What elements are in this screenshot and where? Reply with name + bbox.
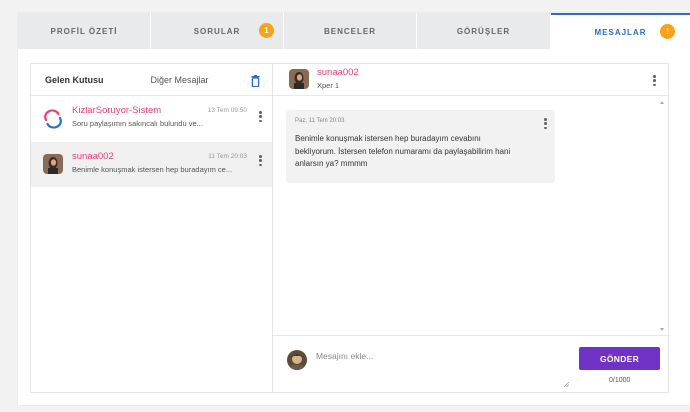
more-vertical-icon[interactable] — [653, 75, 656, 86]
avatar — [287, 350, 307, 370]
avatar[interactable] — [289, 69, 309, 89]
conversation-item[interactable]: KizlarSoruyor-Sistem 13 Tem 09:50 Soru p… — [31, 96, 272, 142]
chat-username[interactable]: sunaa002 — [317, 67, 359, 78]
inbox-header: Gelen Kutusu Diğer Mesajlar — [31, 64, 272, 96]
conversation-preview: Benimle konuşmak istersen hep buradayım … — [72, 165, 233, 174]
tab-label: MESAJLAR — [594, 27, 647, 37]
tab-label: PROFİL ÖZETİ — [50, 26, 118, 36]
message-list: Paz, 11 Tem 20:03 Benimle konuşmak ister… — [273, 97, 658, 335]
conversation-item[interactable]: sunaa002 11 Tem 20:03 Benimle konuşmak i… — [31, 142, 272, 187]
message-input[interactable] — [316, 344, 566, 380]
scroll-up-icon[interactable] — [660, 101, 664, 104]
send-button[interactable]: GÖNDER — [579, 347, 660, 370]
tab-profile-summary[interactable]: PROFİL ÖZETİ — [18, 13, 151, 49]
inbox-tab[interactable]: Gelen Kutusu — [45, 75, 104, 85]
chat-user-level: Xper 1 — [317, 81, 340, 90]
tab-benceler[interactable]: BENCELER — [284, 13, 417, 49]
more-vertical-icon[interactable] — [259, 155, 262, 166]
tab-opinions[interactable]: GÖRÜŞLER — [417, 13, 551, 49]
scroll-down-icon[interactable] — [660, 328, 664, 331]
more-vertical-icon[interactable] — [544, 118, 547, 129]
system-logo-icon — [43, 109, 63, 129]
profile-card: PROFİL ÖZETİ SORULAR 1 BENCELER GÖRÜŞLER… — [18, 13, 690, 405]
message-date: Paz, 11 Tem 20:03 — [295, 118, 345, 124]
trash-icon[interactable] — [251, 74, 260, 88]
resize-grip-icon[interactable] — [563, 374, 570, 388]
messages-alert-badge: ! — [660, 24, 675, 39]
tab-label: GÖRÜŞLER — [456, 26, 511, 36]
conversation-preview: Soru paylaşımın sakıncalı bulundu ve... — [72, 119, 203, 128]
chat-header: sunaa002 Xper 1 — [273, 64, 668, 96]
chat-pane: sunaa002 Xper 1 Paz, 11 Tem 20:03 Beniml… — [272, 63, 670, 393]
character-counter: 0/1000 — [609, 377, 631, 384]
more-vertical-icon[interactable] — [259, 111, 262, 122]
other-messages-tab[interactable]: Diğer Mesajlar — [151, 75, 209, 85]
tab-label: BENCELER — [323, 26, 376, 36]
questions-badge: 1 — [259, 23, 274, 38]
inbox-pane: Gelen Kutusu Diğer Mesajlar KizlarSoruyo… — [30, 63, 272, 393]
message-text: Benimle konuşmak istersen hep buradayım … — [295, 134, 511, 168]
tab-label: SORULAR — [193, 26, 241, 36]
conversation-time: 11 Tem 20:03 — [208, 153, 247, 160]
tab-messages[interactable]: MESAJLAR ! — [551, 13, 690, 49]
message-composer: GÖNDER 0/1000 — [273, 335, 670, 393]
profile-tabs: PROFİL ÖZETİ SORULAR 1 BENCELER GÖRÜŞLER… — [18, 13, 690, 49]
conversation-time: 13 Tem 09:50 — [207, 107, 247, 114]
avatar — [43, 154, 63, 174]
message-bubble: Paz, 11 Tem 20:03 Benimle konuşmak ister… — [286, 110, 555, 183]
tab-questions[interactable]: SORULAR 1 — [151, 13, 284, 49]
message-scrollbar[interactable] — [657, 97, 668, 335]
